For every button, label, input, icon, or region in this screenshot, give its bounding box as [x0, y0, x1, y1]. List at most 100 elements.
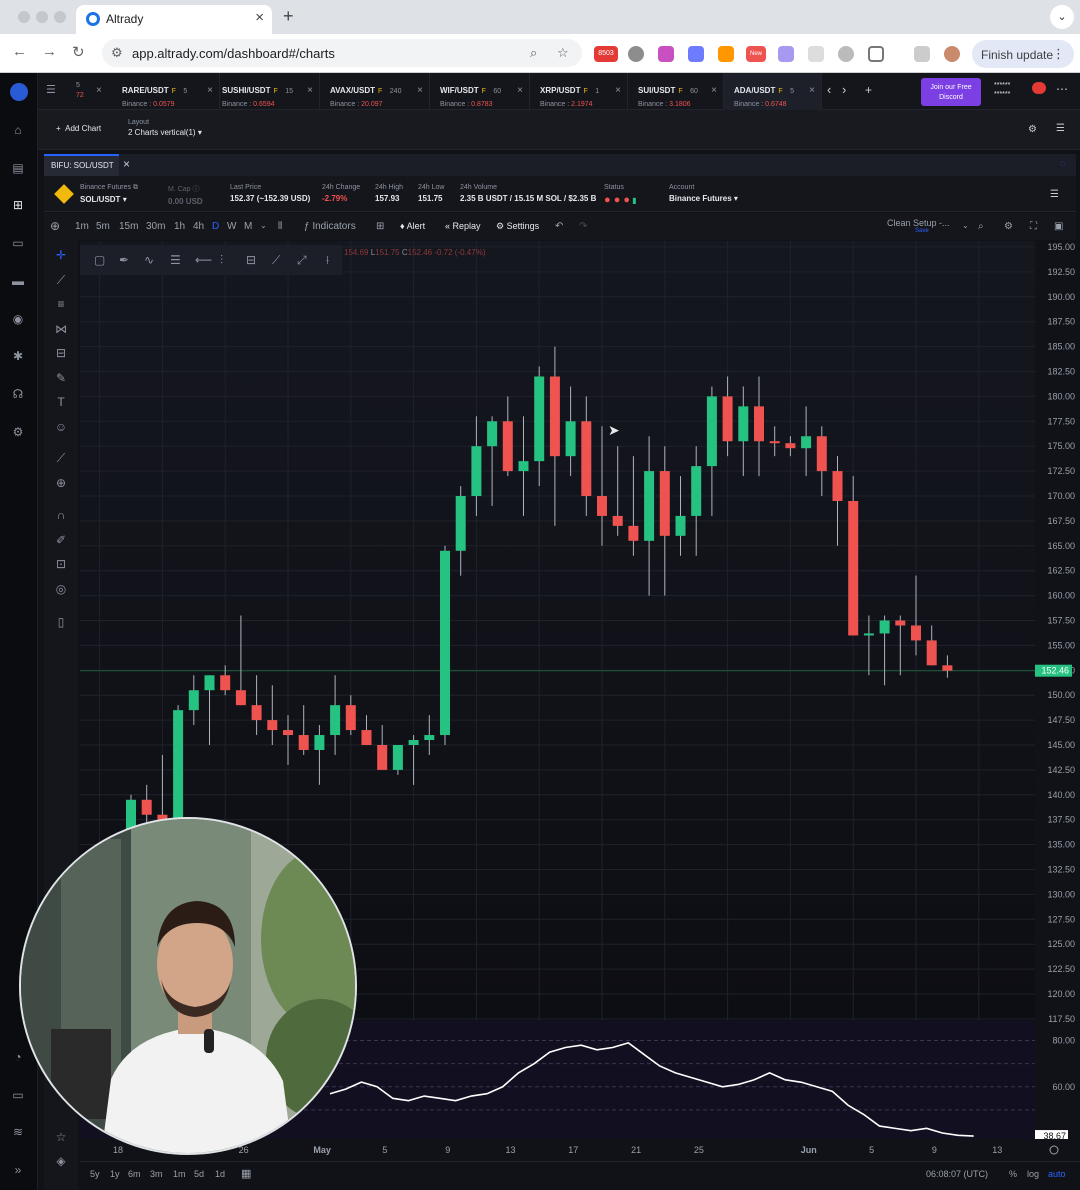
market-selector[interactable]: Binance Futures ⧉ SOL/USDT ▾ [80, 184, 138, 204]
line-icon[interactable]: ⟋ [272, 253, 280, 268]
channel-icon[interactable]: ☰ [170, 253, 181, 267]
kebab-menu-icon[interactable]: ⋮ [1052, 46, 1065, 62]
chevron-down-icon[interactable]: ⌄ [260, 221, 267, 230]
pencil-lock-icon[interactable]: ✐ [53, 533, 69, 549]
dashboard-chart-icon[interactable]: ▤ [9, 161, 27, 179]
extensions-puzzle-icon[interactable] [868, 46, 884, 62]
timeframe-d[interactable]: D [212, 221, 219, 232]
chart-panel-tab[interactable]: BIFU: SOL/USDT [44, 154, 119, 176]
trash-icon[interactable]: ▯ [53, 615, 69, 631]
window-minimize-button[interactable] [36, 11, 48, 23]
text-icon[interactable]: T [53, 395, 69, 411]
range-icon[interactable]: ⊟ [246, 253, 256, 267]
close-tab-icon[interactable]: × [417, 85, 423, 96]
extension-icon[interactable] [838, 46, 854, 62]
path-icon[interactable]: ∿ [144, 253, 154, 267]
layout-grid-icon[interactable]: ⊞ [376, 221, 384, 232]
period-1d[interactable]: 1d [215, 1169, 225, 1179]
magnet-icon[interactable]: ∩ [53, 508, 69, 524]
extension-icon[interactable] [778, 46, 794, 62]
close-tab-icon[interactable]: × [96, 85, 102, 96]
alert-button[interactable]: ♦ Alert [400, 221, 425, 231]
reading-list-icon[interactable] [914, 46, 930, 62]
close-tab-icon[interactable]: × [711, 85, 717, 96]
bookmark-star-icon[interactable]: ☆ [557, 45, 569, 61]
period-1y[interactable]: 1y [110, 1169, 120, 1179]
discord-join-button[interactable]: Join our Free Discord [921, 78, 981, 106]
add-chart-button[interactable]: + Add Chart [46, 118, 118, 140]
pair-tab-sushi[interactable]: SUSHI/USDT F 15 Binance : 0.6594 × [212, 73, 320, 110]
site-settings-icon[interactable]: ⚙ [111, 45, 123, 61]
period-3m[interactable]: 3m [150, 1169, 163, 1179]
replay-button[interactable]: « Replay [445, 221, 481, 231]
close-tab-icon[interactable]: × [307, 85, 313, 96]
pair-tab-ada[interactable]: ADA/USDT F 5 Binance : 0.6748 × [724, 73, 822, 110]
close-tab-icon[interactable]: × [517, 85, 523, 96]
search-icon[interactable]: ⌕ [978, 221, 984, 232]
add-tab-icon[interactable]: + [865, 83, 872, 97]
terminal-icon[interactable]: ▭ [9, 236, 27, 254]
extension-icon[interactable] [628, 46, 644, 62]
auto-toggle[interactable]: auto [1048, 1169, 1066, 1179]
more-options-icon[interactable]: ⋯ [1056, 82, 1068, 96]
monitor-icon[interactable]: ▭ [9, 1088, 27, 1106]
signals-icon[interactable]: ☊ [9, 387, 27, 405]
extension-icon[interactable] [718, 46, 734, 62]
account-selector[interactable]: Account Binance Futures ▾ [669, 184, 738, 203]
window-close-button[interactable] [18, 11, 30, 23]
altrady-logo-icon[interactable] [10, 83, 28, 101]
lock-icon[interactable]: ⊡ [53, 557, 69, 573]
timeframe-w[interactable]: W [227, 221, 236, 232]
trendline-icon[interactable]: ⟋ [53, 273, 69, 289]
indicators-button[interactable]: ƒ Indicators [304, 221, 356, 232]
parallel-icon[interactable]: ⫶ [220, 253, 223, 268]
pair-tab-xrp[interactable]: XRP/USDT F 1 Binance : 2.1974 × [530, 73, 628, 110]
sync-icon[interactable]: ◌ [1060, 158, 1065, 168]
percent-toggle[interactable]: % [1009, 1169, 1017, 1179]
back-arrow-icon[interactable]: ← [12, 43, 27, 60]
fullscreen-icon[interactable]: ⛶ [1030, 221, 1037, 232]
calendar-icon[interactable]: ▦ [241, 1167, 251, 1180]
crosshair-icon[interactable]: ✛ [53, 248, 69, 264]
eye-icon[interactable]: ◎ [53, 582, 69, 598]
settings-button[interactable]: ⚙ Settings [496, 221, 539, 232]
gear-icon[interactable]: ⚙ [1028, 124, 1037, 135]
timeframe-1m[interactable]: 1m [75, 221, 89, 232]
layout-selector[interactable]: Layout 2 Charts vertical(1) ▾ [128, 119, 202, 137]
candle-type-icon[interactable]: ⫴ [278, 221, 282, 232]
period-5d[interactable]: 5d [194, 1169, 204, 1179]
period-1m[interactable]: 1m [173, 1169, 186, 1179]
home-icon[interactable]: ⌂ [9, 123, 27, 141]
scroll-right-icon[interactable]: › [842, 82, 846, 97]
browser-tab[interactable]: Altrady × [76, 5, 272, 34]
menu-icon[interactable]: ☰ [1056, 123, 1065, 134]
address-bar[interactable]: ⚙ app.altrady.com/dashboard#/charts ⌕ ☆ [102, 39, 582, 67]
timeframe-5m[interactable]: 5m [96, 221, 110, 232]
log-toggle[interactable]: log [1027, 1169, 1039, 1179]
vertical-line-icon[interactable]: ⟊ [326, 253, 329, 268]
tab-close-icon[interactable]: × [255, 9, 264, 26]
timeframe-m[interactable]: M [244, 221, 252, 232]
gear-icon[interactable]: ⚙ [1004, 221, 1013, 232]
fib-icon[interactable]: ≡ [53, 297, 69, 313]
brush-icon[interactable]: ✎ [53, 371, 69, 387]
close-tab-icon[interactable]: × [809, 85, 815, 96]
timeframe-4h[interactable]: 4h [193, 221, 204, 232]
extension-icon[interactable] [688, 46, 704, 62]
timeframe-15m[interactable]: 15m [119, 221, 138, 232]
zoom-in-icon[interactable]: ⊕ [53, 476, 69, 492]
pair-tab-rare[interactable]: RARE/USDT F 5 Binance : 0.0579 × [112, 73, 220, 110]
undo-icon[interactable]: ↶ [555, 221, 563, 232]
save-link[interactable]: Save [915, 228, 950, 234]
close-tab-icon[interactable]: × [615, 85, 621, 96]
settings-gear-icon[interactable]: ⚙ [9, 425, 27, 443]
timeframe-30m[interactable]: 30m [146, 221, 165, 232]
close-panel-icon[interactable]: × [123, 157, 130, 171]
period-5y[interactable]: 5y [90, 1169, 100, 1179]
chat-icon[interactable]: ◔ [9, 1050, 27, 1068]
extended-line-icon[interactable]: ⤢ [297, 253, 307, 268]
expand-chevrons-icon[interactable]: » [9, 1163, 27, 1181]
window-maximize-button[interactable] [54, 11, 66, 23]
reload-icon[interactable]: ↻ [72, 43, 85, 61]
zoom-icon[interactable]: ⌕ [530, 45, 537, 61]
